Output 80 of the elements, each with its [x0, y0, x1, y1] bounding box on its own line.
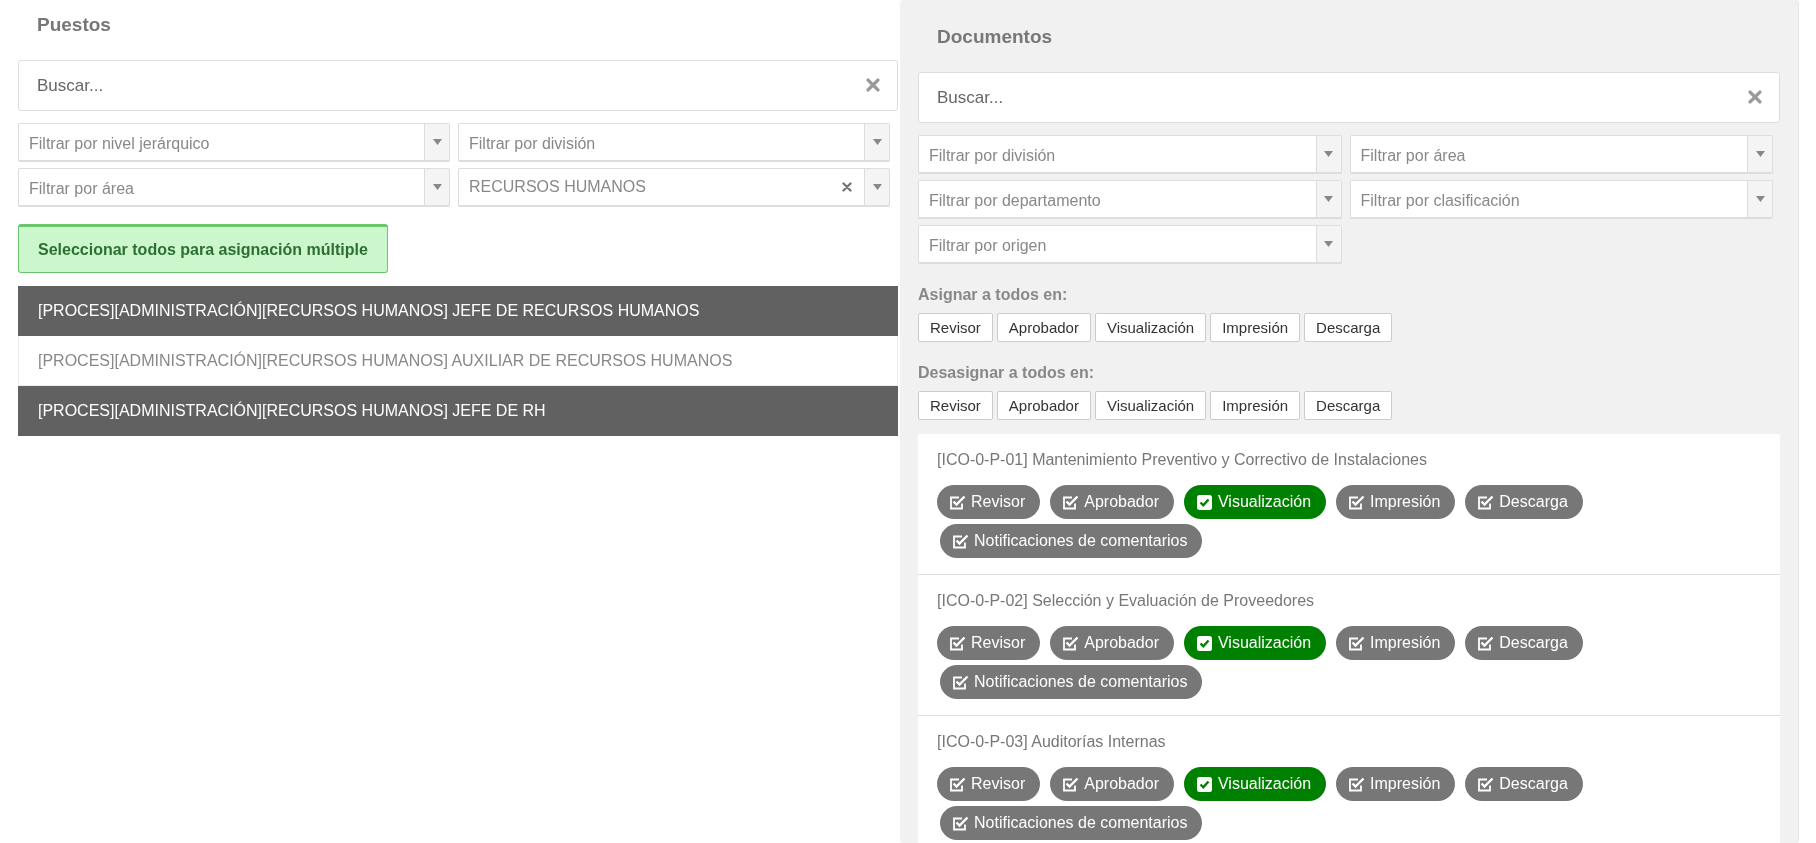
bulk-permission-button[interactable]: Visualización: [1094, 313, 1207, 342]
select-all-button[interactable]: Seleccionar todos para asignación múltiple: [18, 224, 388, 273]
permission-toggle[interactable]: Aprobador: [1050, 767, 1174, 801]
permission-toggle[interactable]: Descarga: [1465, 626, 1583, 660]
checked-box-icon: [1348, 775, 1366, 793]
panel-title: Puestos: [36, 13, 112, 37]
document-title: [ICO-0-P-01] Mantenimiento Preventivo y Correctivo de Instalaciones: [937, 451, 1428, 469]
checked-box-icon: [1477, 775, 1495, 793]
document-title: [ICO-0-P-03] Auditorías Internas: [937, 733, 1167, 751]
panel-title: Documentos: [936, 25, 1054, 49]
permission-toggle[interactable]: Visualización: [1183, 767, 1327, 801]
bulk-permission-button[interactable]: Visualización: [1094, 391, 1207, 420]
checked-box-icon: [1062, 493, 1080, 511]
search-field[interactable]: Buscar...: [918, 72, 1780, 123]
permission-toggle[interactable]: Notificaciones de comentarios: [940, 806, 1203, 840]
checked-box-icon: [952, 814, 969, 832]
bulk-permission-button[interactable]: Revisor: [918, 391, 993, 420]
checked-box-icon: [952, 532, 969, 550]
checked-box-icon: [1195, 493, 1213, 511]
checked-box-icon: [1477, 634, 1495, 652]
position-list-item[interactable]: [PROCES][ADMINISTRACIÓN][RECURSOS HUMANOS] JEFE DE RECURSOS HUMANOS: [18, 286, 898, 336]
filter-dropdown[interactable]: Filtrar por nivel jerárquico: [18, 123, 450, 162]
dropdown-arrow-icon: [432, 139, 442, 145]
permission-toggle[interactable]: Impresión: [1336, 626, 1456, 660]
position-list-item[interactable]: [PROCES][ADMINISTRACIÓN][RECURSOS HUMANOS] AUXILIAR DE RECURSOS HUMANOS: [18, 336, 898, 386]
filter-dropdown[interactable]: Filtrar por clasificación: [1349, 180, 1773, 219]
permission-toggle[interactable]: Revisor: [937, 626, 1041, 660]
bulk-permission-button[interactable]: Aprobador: [996, 313, 1091, 342]
dropdown-arrow-icon: [1324, 241, 1333, 247]
permission-toggle[interactable]: Notificaciones de comentarios: [940, 665, 1203, 699]
filter-dropdown[interactable]: Filtrar por área: [1349, 135, 1773, 174]
checked-box-icon: [949, 634, 966, 652]
filter-dropdown[interactable]: Filtrar por división: [458, 123, 890, 162]
dropdown-arrow-icon: [1755, 151, 1765, 157]
permission-toggle[interactable]: Impresión: [1336, 485, 1456, 519]
bulk-permission-button[interactable]: Descarga: [1304, 391, 1393, 420]
checked-box-icon: [1195, 775, 1213, 793]
clear-icon[interactable]: [842, 182, 852, 192]
checked-box-icon: [1348, 634, 1366, 652]
clear-icon[interactable]: [1748, 90, 1762, 104]
checked-box-icon: [1477, 493, 1495, 511]
checked-box-icon: [1195, 634, 1213, 652]
filter-dropdown[interactable]: Filtrar por área: [18, 168, 450, 207]
filter-dropdown[interactable]: Filtrar por división: [918, 135, 1342, 174]
checked-box-icon: [1062, 775, 1080, 793]
document-title: [ICO-0-P-02] Selección y Evaluación de Proveedores: [937, 592, 1316, 610]
filter-dropdown[interactable]: Filtrar por origen: [918, 225, 1342, 264]
bulk-permission-button[interactable]: Revisor: [918, 313, 993, 342]
checked-box-icon: [952, 673, 969, 691]
search-field[interactable]: Buscar...: [18, 60, 898, 111]
permission-toggle[interactable]: Aprobador: [1050, 626, 1174, 660]
clear-icon[interactable]: [866, 78, 880, 92]
bulk-permission-button[interactable]: Impresión: [1210, 313, 1301, 342]
permission-toggle[interactable]: Revisor: [937, 767, 1041, 801]
permission-toggle[interactable]: Visualización: [1183, 485, 1327, 519]
permission-toggle[interactable]: Revisor: [937, 485, 1041, 519]
checked-box-icon: [1348, 493, 1366, 511]
dropdown-arrow-icon: [872, 184, 882, 190]
permission-toggle[interactable]: Aprobador: [1050, 485, 1174, 519]
dropdown-arrow-icon: [432, 184, 442, 190]
permission-toggle[interactable]: Descarga: [1465, 767, 1583, 801]
filter-dropdown[interactable]: Filtrar por departamento: [918, 180, 1342, 219]
checked-box-icon: [949, 493, 966, 511]
permission-toggle[interactable]: Descarga: [1465, 485, 1583, 519]
section-label: Asignar a todos en:: [918, 286, 1069, 304]
dropdown-arrow-icon: [1324, 196, 1333, 202]
dropdown-arrow-icon: [1324, 151, 1333, 157]
permission-toggle[interactable]: Notificaciones de comentarios: [940, 524, 1203, 558]
position-list-item[interactable]: [PROCES][ADMINISTRACIÓN][RECURSOS HUMANOS] JEFE DE RH: [18, 386, 898, 436]
bulk-permission-button[interactable]: Impresión: [1210, 391, 1301, 420]
dropdown-arrow-icon: [872, 139, 882, 145]
permission-toggle[interactable]: Visualización: [1183, 626, 1327, 660]
filter-dropdown[interactable]: RECURSOS HUMANOS: [458, 168, 890, 207]
checked-box-icon: [949, 775, 966, 793]
bulk-permission-button[interactable]: Aprobador: [996, 391, 1091, 420]
checked-box-icon: [1062, 634, 1080, 652]
bulk-permission-button[interactable]: Descarga: [1304, 313, 1393, 342]
dropdown-arrow-icon: [1755, 196, 1765, 202]
permission-toggle[interactable]: Impresión: [1336, 767, 1456, 801]
section-label: Desasignar a todos en:: [918, 364, 1096, 382]
